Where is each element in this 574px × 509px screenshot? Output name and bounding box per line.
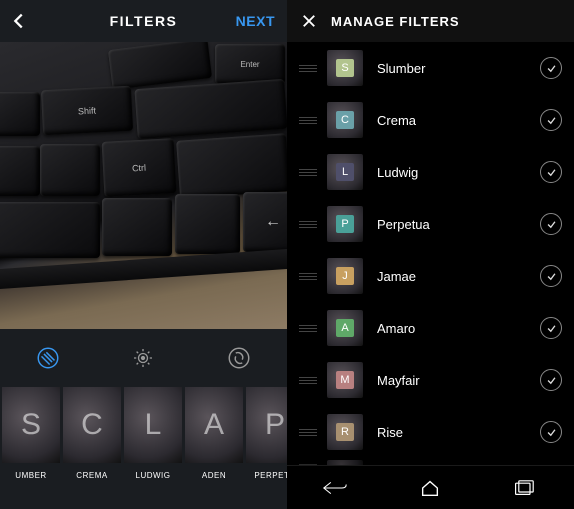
nav-home-button[interactable] xyxy=(400,477,460,499)
list-item[interactable]: M Mayfair xyxy=(287,354,574,406)
filter-label: UMBER xyxy=(15,471,46,480)
drag-handle-icon[interactable] xyxy=(299,65,317,72)
filter-label: PERPETU xyxy=(254,471,287,480)
filter-name: Slumber xyxy=(377,61,540,76)
manage-filters-screen: MANAGE FILTERS S Slumber C Crema L Ludwig P Per… xyxy=(287,0,574,509)
filters-tab-icon[interactable] xyxy=(34,344,62,372)
header: MANAGE FILTERS xyxy=(287,0,574,42)
filter-name: Perpetua xyxy=(377,217,540,232)
filter-name: Mayfair xyxy=(377,373,540,388)
drag-handle-icon[interactable] xyxy=(299,117,317,124)
filter-thumb: M xyxy=(327,362,363,398)
list-item[interactable]: C Crema xyxy=(287,94,574,146)
key-ctrl: Ctrl xyxy=(102,138,177,197)
drag-handle-icon[interactable] xyxy=(299,221,317,228)
checkmark-icon[interactable] xyxy=(540,213,562,235)
checkmark-icon[interactable] xyxy=(540,421,562,443)
manage-filter-list[interactable]: S Slumber C Crema L Ludwig P Perpetua J Jamae A Ama… xyxy=(287,42,574,465)
back-button[interactable] xyxy=(8,0,30,42)
filter-item[interactable]: P PERPETU xyxy=(246,387,287,480)
filter-item[interactable]: S UMBER xyxy=(2,387,60,480)
list-item[interactable]: P Perpetua xyxy=(287,198,574,250)
nav-back-button[interactable] xyxy=(305,478,365,498)
filter-letter-badge: M xyxy=(336,371,354,389)
filter-thumb: S xyxy=(2,387,60,463)
filter-label: LUDWIG xyxy=(136,471,171,480)
checkmark-icon[interactable] xyxy=(540,317,562,339)
filter-thumb: C xyxy=(327,102,363,138)
filters-screen: FILTERS NEXT Enter Shift Ctrl ← xyxy=(0,0,287,509)
filter-thumb: C xyxy=(63,387,121,463)
filter-name: Rise xyxy=(377,425,540,440)
filter-letter-badge: S xyxy=(336,59,354,77)
filter-item[interactable]: L LUDWIG xyxy=(124,387,182,480)
filter-item[interactable]: C CREMA xyxy=(63,387,121,480)
tools-row xyxy=(0,329,287,387)
filter-label: ADEN xyxy=(202,471,226,480)
nav-recents-button[interactable] xyxy=(496,479,556,497)
filter-letter-badge: R xyxy=(336,423,354,441)
list-item[interactable]: S Slumber xyxy=(287,42,574,94)
drag-handle-icon[interactable] xyxy=(299,169,317,176)
list-item[interactable]: L Ludwig xyxy=(287,146,574,198)
filter-name: Amaro xyxy=(377,321,540,336)
lux-tab-icon[interactable] xyxy=(129,344,157,372)
drag-handle-icon[interactable] xyxy=(299,325,317,332)
checkmark-icon[interactable] xyxy=(540,161,562,183)
list-item[interactable]: J Jamae xyxy=(287,250,574,302)
checkmark-icon[interactable] xyxy=(540,265,562,287)
list-item[interactable]: R Rise xyxy=(287,406,574,458)
drag-handle-icon[interactable] xyxy=(299,377,317,384)
next-button[interactable]: NEXT xyxy=(236,0,275,42)
photo-preview[interactable]: Enter Shift Ctrl ← xyxy=(0,42,287,329)
drag-handle-icon[interactable] xyxy=(299,429,317,436)
key-enter: Enter xyxy=(215,44,285,84)
filter-name: Crema xyxy=(377,113,540,128)
filter-thumb: P xyxy=(246,387,287,463)
filter-thumb: A xyxy=(327,310,363,346)
checkmark-icon[interactable] xyxy=(540,369,562,391)
checkmark-icon[interactable] xyxy=(540,57,562,79)
close-button[interactable] xyxy=(293,0,325,42)
filter-label: CREMA xyxy=(76,471,107,480)
drag-handle-icon[interactable] xyxy=(299,464,317,465)
filter-thumb: L xyxy=(124,387,182,463)
filter-thumb: R xyxy=(327,414,363,450)
filter-thumb: P xyxy=(327,206,363,242)
tools-tab-icon[interactable] xyxy=(225,344,253,372)
filter-letter-badge: A xyxy=(336,319,354,337)
page-title: FILTERS xyxy=(110,13,178,29)
filter-letter-badge: P xyxy=(336,215,354,233)
filter-strip[interactable]: S UMBER C CREMA L LUDWIG A ADEN P PERPETU xyxy=(0,387,287,509)
list-item[interactable]: A Amaro xyxy=(287,302,574,354)
list-item[interactable] xyxy=(287,458,574,465)
checkmark-icon[interactable] xyxy=(540,109,562,131)
page-title: MANAGE FILTERS xyxy=(331,14,460,29)
filter-thumb: L xyxy=(327,154,363,190)
filter-name: Ludwig xyxy=(377,165,540,180)
android-navbar xyxy=(287,465,574,509)
filter-thumb xyxy=(327,460,363,465)
header: FILTERS NEXT xyxy=(0,0,287,42)
filter-letter-badge: C xyxy=(336,111,354,129)
filter-letter-badge: L xyxy=(336,163,354,181)
key-shift: Shift xyxy=(41,86,133,136)
drag-handle-icon[interactable] xyxy=(299,273,317,280)
filter-thumb: A xyxy=(185,387,243,463)
filter-item[interactable]: A ADEN xyxy=(185,387,243,480)
filter-thumb: S xyxy=(327,50,363,86)
filter-thumb: J xyxy=(327,258,363,294)
filter-name: Jamae xyxy=(377,269,540,284)
filter-letter-badge: J xyxy=(336,267,354,285)
